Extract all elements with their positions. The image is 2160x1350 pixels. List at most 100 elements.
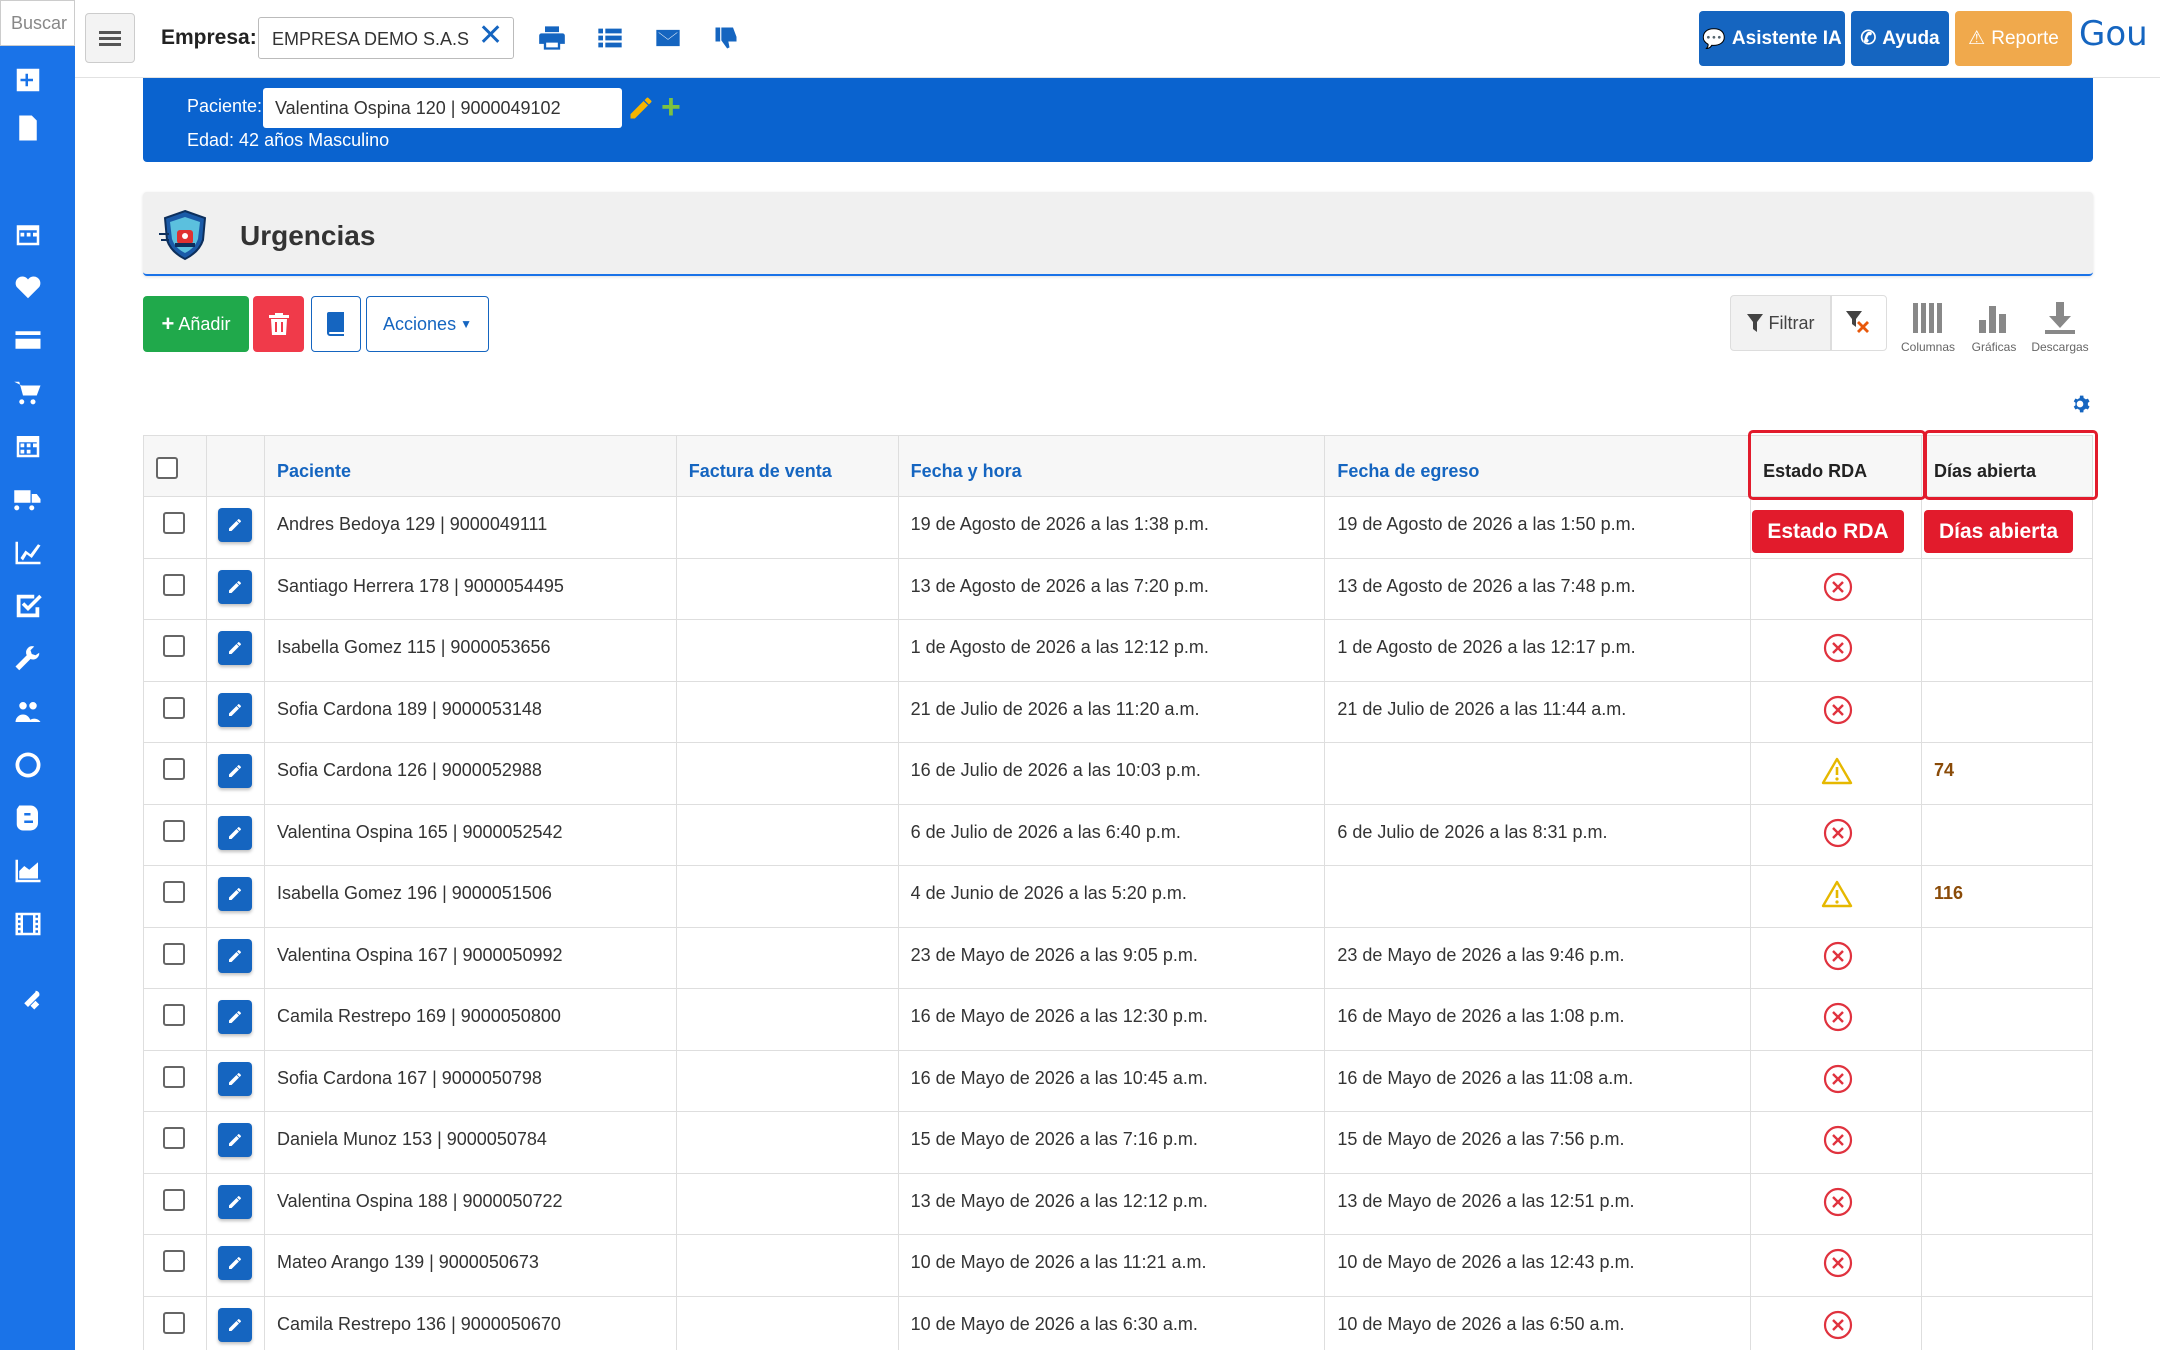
cell-egreso: 15 de Mayo de 2026 a las 7:56 p.m.: [1324, 1111, 1752, 1174]
row-checkbox[interactable]: [163, 1004, 185, 1026]
heart-icon[interactable]: [12, 271, 44, 303]
cart-icon[interactable]: [12, 377, 44, 409]
edit-row-button[interactable]: [217, 1061, 252, 1096]
row-checkbox[interactable]: [163, 1065, 185, 1088]
row-checkbox[interactable]: [163, 942, 185, 965]
edit-row-button[interactable]: [217, 877, 252, 911]
pencil-icon: [228, 642, 241, 654]
select-all-checkbox[interactable]: [156, 456, 178, 479]
row-checkbox[interactable]: [163, 1250, 185, 1272]
tools-icon[interactable]: [12, 986, 44, 1018]
dias-abierta-value: 116: [1934, 883, 1964, 903]
print-icon[interactable]: [538, 24, 568, 54]
row-checkbox[interactable]: [163, 635, 185, 657]
edit-row-button[interactable]: [217, 1123, 252, 1157]
filter-button[interactable]: Filtrar: [1730, 295, 1831, 351]
asistente-ia-button[interactable]: 💬 Asistente IA: [1699, 11, 1845, 66]
error-status-icon: [1823, 1064, 1853, 1099]
row-checkbox[interactable]: [163, 881, 185, 903]
edit-row-button[interactable]: [217, 569, 252, 604]
charts-button[interactable]: Gráficas: [1962, 300, 2026, 354]
edit-row-button[interactable]: [217, 631, 252, 665]
edit-row-button[interactable]: [217, 1307, 252, 1342]
header-paciente[interactable]: Paciente: [263, 435, 677, 497]
patient-input[interactable]: Valentina Ospina 120 | 9000049102: [263, 88, 622, 128]
document-button[interactable]: [311, 296, 361, 352]
edit-row-button[interactable]: [217, 938, 252, 973]
sidebar-search-input[interactable]: Buscar: [0, 0, 75, 46]
checklist-icon[interactable]: [12, 590, 44, 622]
row-checkbox[interactable]: [163, 819, 185, 842]
mail-icon[interactable]: [654, 24, 684, 54]
ayuda-button[interactable]: ✆ Ayuda: [1851, 11, 1949, 66]
row-select-cell: [143, 742, 207, 805]
edit-row-button[interactable]: [217, 754, 252, 788]
header-factura[interactable]: Factura de venta: [675, 435, 899, 497]
cell-estado-rda: [1750, 1049, 1923, 1112]
cell-estado-rda: [1750, 619, 1923, 682]
circle-icon[interactable]: [12, 749, 44, 781]
list-icon[interactable]: [596, 24, 626, 54]
downloads-button[interactable]: Descargas: [2028, 300, 2092, 354]
asistente-label: Asistente IA: [1731, 27, 1842, 49]
edit-row-button[interactable]: [217, 1246, 252, 1280]
menu-toggle-button[interactable]: [85, 13, 135, 63]
error-status-icon: [1823, 818, 1853, 853]
acciones-dropdown[interactable]: Acciones ▼: [366, 296, 489, 352]
thumbs-down-icon[interactable]: [712, 24, 742, 54]
cell-fecha: 16 de Mayo de 2026 a las 12:30 p.m.: [897, 988, 1326, 1051]
row-checkbox[interactable]: [163, 1188, 185, 1211]
credit-card-icon[interactable]: [12, 324, 44, 356]
add-button[interactable]: + Añadir: [143, 296, 249, 352]
edit-row-button[interactable]: [217, 508, 252, 542]
row-checkbox[interactable]: [163, 758, 185, 780]
blogger-icon[interactable]: [12, 802, 44, 834]
row-edit-cell: [205, 1049, 265, 1112]
cell-estado-rda: [1750, 1111, 1923, 1174]
calendar-grid-icon[interactable]: [12, 430, 44, 462]
error-status-icon: [1823, 1187, 1853, 1222]
header-egreso[interactable]: Fecha de egreso: [1324, 435, 1752, 497]
delete-button[interactable]: [253, 296, 304, 352]
error-status-icon: [1823, 1125, 1853, 1160]
empresa-select[interactable]: EMPRESA DEMO S.A.S: [258, 17, 514, 59]
cell-dias-abierta: [1921, 1295, 2093, 1350]
edit-row-button[interactable]: [217, 692, 252, 727]
line-chart-icon[interactable]: [12, 537, 44, 569]
users-icon[interactable]: [12, 696, 44, 728]
whatsapp-icon: ✆: [1860, 28, 1877, 49]
filter-icon: [1746, 314, 1763, 332]
clear-filter-button[interactable]: [1831, 295, 1887, 351]
area-chart-icon[interactable]: [12, 855, 44, 887]
row-edit-cell: [205, 926, 265, 989]
cell-factura: [675, 557, 899, 620]
cell-fecha: 16 de Mayo de 2026 a las 10:45 a.m.: [897, 1049, 1326, 1112]
plus-square-icon[interactable]: [12, 64, 44, 96]
edit-row-button[interactable]: [217, 1184, 252, 1219]
row-checkbox[interactable]: [163, 573, 185, 596]
row-checkbox[interactable]: [163, 696, 185, 719]
film-icon[interactable]: [12, 908, 44, 940]
empresa-clear-icon[interactable]: ✕: [478, 21, 503, 51]
row-checkbox[interactable]: [163, 1311, 185, 1334]
table-row: Camila Restrepo 169 | 9000050800 16 de Ma…: [143, 988, 2093, 1051]
rips-doc-icon[interactable]: [12, 112, 44, 144]
gear-icon[interactable]: [2070, 394, 2090, 419]
pencil-icon[interactable]: [627, 94, 655, 127]
cell-paciente: Camila Restrepo 136 | 9000050670: [263, 1295, 677, 1350]
columns-button[interactable]: Columnas: [1896, 300, 1960, 354]
add-patient-icon[interactable]: +: [661, 90, 681, 124]
truck-icon[interactable]: [12, 483, 44, 515]
edit-row-button[interactable]: [217, 815, 252, 850]
wrench-icon[interactable]: [12, 643, 44, 675]
edit-row-button[interactable]: [217, 1000, 252, 1034]
reporte-button[interactable]: ⚠ Reporte: [1955, 11, 2072, 66]
header-fecha[interactable]: Fecha y hora: [897, 435, 1326, 497]
calendar-icon[interactable]: [12, 218, 44, 250]
cell-factura: [675, 1234, 899, 1297]
row-checkbox[interactable]: [163, 512, 185, 534]
cell-factura: [675, 680, 899, 743]
error-status-icon: [1823, 695, 1853, 730]
table-row: Mateo Arango 139 | 9000050673 10 de Mayo …: [143, 1234, 2093, 1297]
row-checkbox[interactable]: [163, 1127, 185, 1149]
